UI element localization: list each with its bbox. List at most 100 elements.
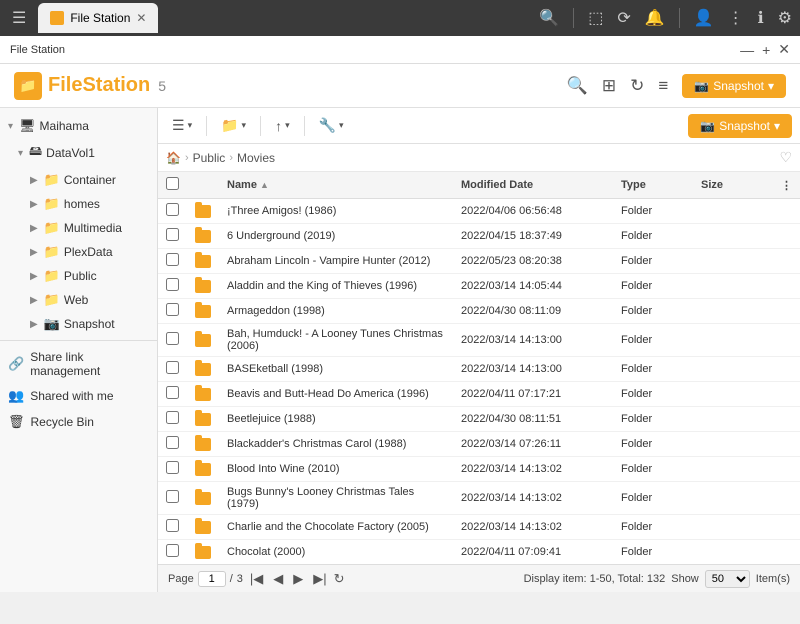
row-checkbox[interactable] [166,461,179,474]
size-header[interactable]: Size [693,172,773,199]
row-checkbox-cell [158,482,187,515]
upload-button[interactable]: ↑ ▾ [269,114,296,138]
row-checkbox[interactable] [166,411,179,424]
sidebar-item-homes[interactable]: ▶ 📁 homes [0,192,157,216]
row-name-cell[interactable]: Charlie and the Chocolate Factory (2005) [219,515,453,540]
row-modified-cell: 2022/03/14 14:05:44 [453,274,613,299]
browser-settings-icon[interactable]: ⚙ [778,8,792,28]
table-row[interactable]: Bugs Bunny's Looney Christmas Tales (197… [158,482,800,515]
browser-clipboard-icon[interactable]: ⬚ [588,8,603,28]
row-checkbox[interactable] [166,278,179,291]
table-row[interactable]: Charlie and the Chocolate Factory (2005)… [158,515,800,540]
browser-tab[interactable]: File Station ✕ [38,3,158,33]
row-checkbox[interactable] [166,544,179,557]
snapshot-toolbar-button[interactable]: 📷 Snapshot ▾ [688,114,792,138]
row-name-cell[interactable]: Beavis and Butt-Head Do America (1996) [219,382,453,407]
sidebar-item-web[interactable]: ▶ 📁 Web [0,288,157,312]
row-name-cell[interactable]: BASEketball (1998) [219,357,453,382]
row-checkbox[interactable] [166,203,179,216]
favorite-icon[interactable]: ♡ [779,149,792,166]
row-checkbox[interactable] [166,361,179,374]
prev-page-button[interactable]: ◀ [270,570,286,588]
refresh-page-button[interactable]: ↻ [334,571,345,587]
row-checkbox-cell [158,199,187,224]
first-page-button[interactable]: |◀ [247,570,266,588]
close-button[interactable]: ✕ [778,41,790,58]
browser-dots-icon[interactable]: ⋮ [728,8,744,28]
table-row[interactable]: Bah, Humduck! - A Looney Tunes Christmas… [158,324,800,357]
select-all-checkbox[interactable] [166,177,179,190]
create-folder-button[interactable]: 📁 ▾ [215,113,252,138]
browser-search-icon[interactable]: 🔍 [539,8,559,28]
header-grid-icon[interactable]: ⊞ [602,76,616,96]
row-checkbox[interactable] [166,386,179,399]
sidebar-item-snapshot[interactable]: ▶ 📷 Snapshot [0,312,157,336]
table-row[interactable]: Beetlejuice (1988) 2022/04/30 08:11:51 F… [158,407,800,432]
table-row[interactable]: Chocolat (2000) 2022/04/11 07:09:41 Fold… [158,540,800,565]
sidebar-item-container[interactable]: ▶ 📁 Container [0,168,157,192]
row-checkbox[interactable] [166,490,179,503]
tools-button[interactable]: 🔧 ▾ [313,113,350,138]
snapshot-header-button[interactable]: 📷 Snapshot ▾ [682,74,786,98]
breadcrumb-movies[interactable]: Movies [237,151,275,165]
header-refresh-icon[interactable]: ↻ [630,76,644,96]
table-row[interactable]: Aladdin and the King of Thieves (1996) 2… [158,274,800,299]
browser-user-icon[interactable]: 👤 [694,8,714,28]
minimize-button[interactable]: — [740,42,754,58]
header-filter-icon[interactable]: ≡ [658,76,668,96]
modified-header[interactable]: Modified Date [453,172,613,199]
sidebar-item-plexdata[interactable]: ▶ 📁 PlexData [0,240,157,264]
row-checkbox[interactable] [166,253,179,266]
browser-info-icon[interactable]: ℹ [758,8,764,28]
table-row[interactable]: 6 Underground (2019) 2022/04/15 18:37:49… [158,224,800,249]
row-name-cell[interactable]: Chocolat (2000) [219,540,453,565]
row-checkbox[interactable] [166,303,179,316]
list-view-button[interactable]: ☰ ▾ [166,113,198,138]
sidebar-item-root[interactable]: ▾ 🖥 Maihama [0,114,157,138]
page-number-input[interactable] [198,571,226,587]
row-checkbox[interactable] [166,332,179,345]
snapshot-toolbar-label: Snapshot [719,119,770,133]
sidebar-item-public[interactable]: ▶ 📁 Public [0,264,157,288]
table-row[interactable]: Beavis and Butt-Head Do America (1996) 2… [158,382,800,407]
table-row[interactable]: ¡Three Amigos! (1986) 2022/04/06 06:56:4… [158,199,800,224]
next-page-button[interactable]: ▶ [290,570,306,588]
sidebar-item-share-link[interactable]: 🔗 Share link management [0,345,157,383]
browser-menu-icon[interactable]: ☰ [8,4,30,32]
sidebar-item-datavol1[interactable]: ▾ 🖴 DataVol1 [0,138,157,168]
sidebar-item-multimedia[interactable]: ▶ 📁 Multimedia [0,216,157,240]
row-checkbox[interactable] [166,519,179,532]
name-header[interactable]: Name ▲ [219,172,453,199]
header-search-icon[interactable]: 🔍 [567,76,588,96]
breadcrumb-public[interactable]: Public [193,151,226,165]
browser-bell-icon[interactable]: 🔔 [645,8,665,28]
tab-close-button[interactable]: ✕ [136,11,146,25]
row-name-cell[interactable]: ¡Three Amigos! (1986) [219,199,453,224]
homes-arrow-icon: ▶ [30,199,38,210]
row-name-cell[interactable]: Blood Into Wine (2010) [219,457,453,482]
row-name-cell[interactable]: Armageddon (1998) [219,299,453,324]
last-page-button[interactable]: ▶| [310,570,329,588]
row-checkbox[interactable] [166,436,179,449]
separator2 [679,8,680,28]
type-header[interactable]: Type [613,172,693,199]
row-name-cell[interactable]: Abraham Lincoln - Vampire Hunter (2012) [219,249,453,274]
table-row[interactable]: Abraham Lincoln - Vampire Hunter (2012) … [158,249,800,274]
table-row[interactable]: BASEketball (1998) 2022/03/14 14:13:00 F… [158,357,800,382]
maximize-button[interactable]: + [762,42,770,58]
sidebar-item-recycle-bin[interactable]: 🗑 Recycle Bin [0,409,157,435]
row-name-cell[interactable]: Aladdin and the King of Thieves (1996) [219,274,453,299]
breadcrumb-home-icon[interactable]: 🏠 [166,151,181,165]
table-row[interactable]: Blackadder's Christmas Carol (1988) 2022… [158,432,800,457]
row-checkbox[interactable] [166,228,179,241]
row-name-cell[interactable]: Blackadder's Christmas Carol (1988) [219,432,453,457]
row-name-cell[interactable]: Bah, Humduck! - A Looney Tunes Christmas… [219,324,453,357]
row-name-cell[interactable]: 6 Underground (2019) [219,224,453,249]
row-name-cell[interactable]: Bugs Bunny's Looney Christmas Tales (197… [219,482,453,515]
browser-sync-icon[interactable]: ⟳ [617,8,630,28]
sidebar-item-shared-with-me[interactable]: 👥 Shared with me [0,383,157,409]
table-row[interactable]: Armageddon (1998) 2022/04/30 08:11:09 Fo… [158,299,800,324]
table-row[interactable]: Blood Into Wine (2010) 2022/03/14 14:13:… [158,457,800,482]
row-name-cell[interactable]: Beetlejuice (1988) [219,407,453,432]
items-per-page-select[interactable]: 50 100 200 [705,570,750,588]
